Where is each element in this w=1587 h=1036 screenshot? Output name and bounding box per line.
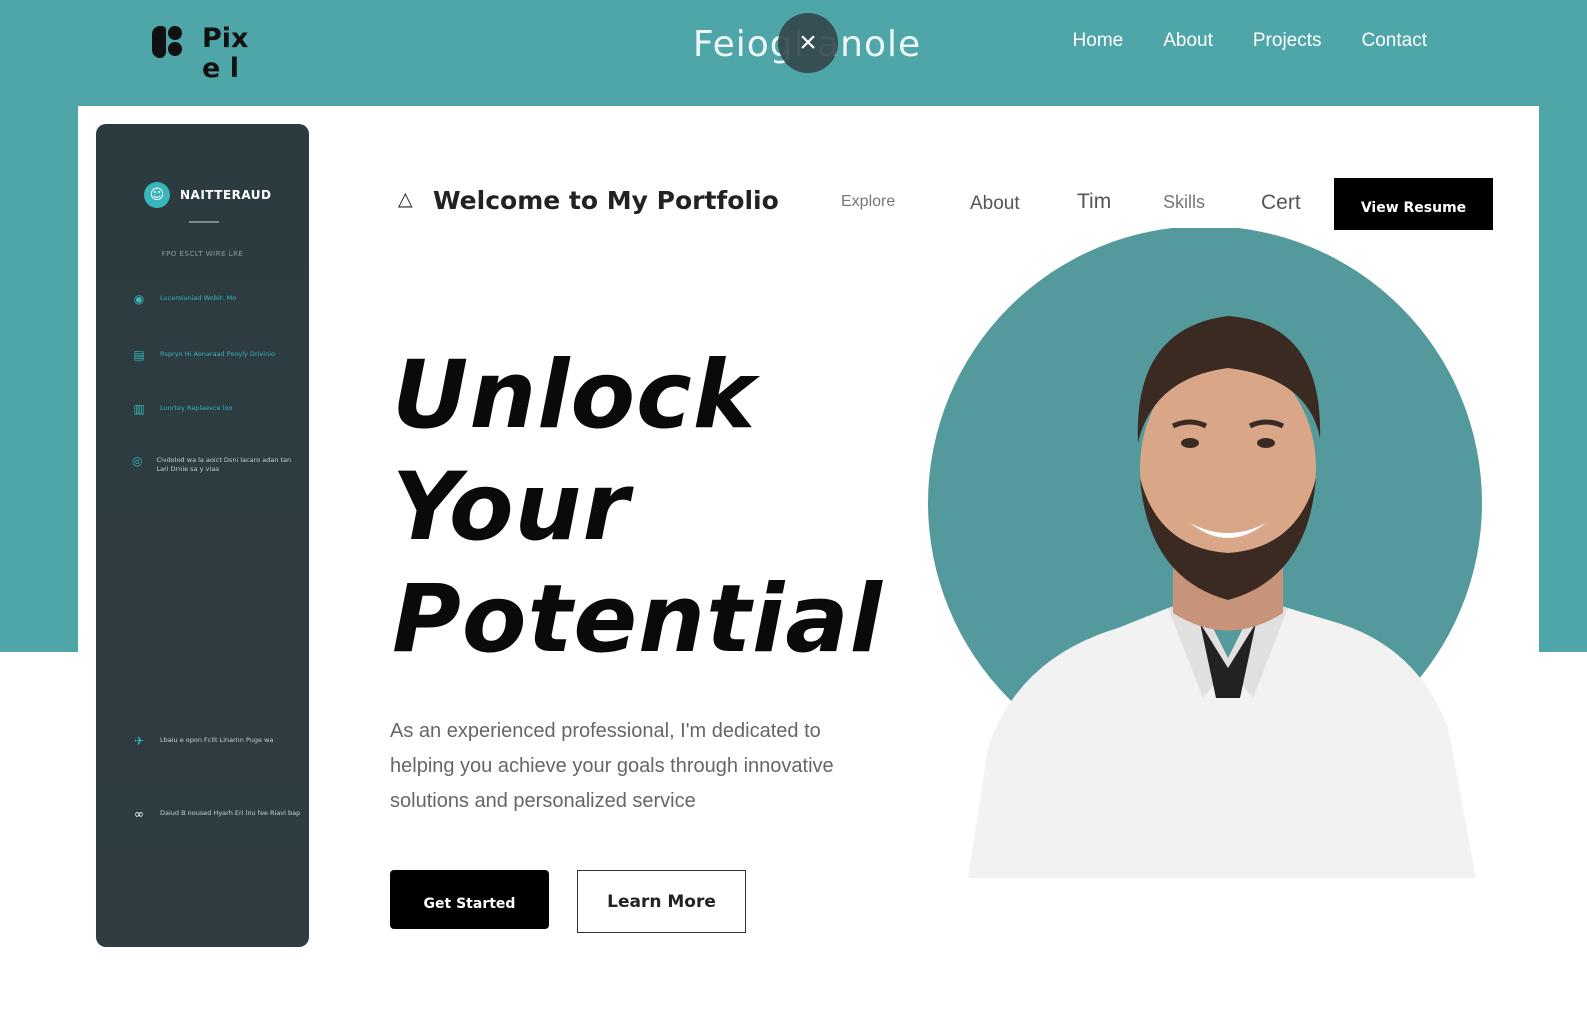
top-nav-about[interactable]: About xyxy=(1163,30,1213,52)
sidebar-item-label: Lunrtey Raplaevce loo xyxy=(160,404,233,412)
site-logo[interactable]: Pixe l xyxy=(150,24,266,84)
logo-text: Pixe l xyxy=(202,23,249,84)
hero-title-line-1: Unlock xyxy=(392,341,757,450)
sidebar-item-label: Lbaiu e opon Fclit Linarnn Puge wa xyxy=(160,736,274,744)
bird-icon: ✈ xyxy=(133,734,145,748)
sidebar-item-label: Daiud B noused Hyarh Eri lnu fee Riavi b… xyxy=(160,809,301,817)
hero-title-line-3: Potential xyxy=(392,565,883,674)
hero-title: Unlock Your Potential xyxy=(392,340,883,676)
nav-cert[interactable]: Cert xyxy=(1261,191,1301,215)
sidebar-item-1[interactable]: ◉ Luceroiuniad Wobit: Mo xyxy=(132,292,302,306)
view-resume-button[interactable]: View Resume xyxy=(1334,178,1493,230)
nav-about[interactable]: About xyxy=(970,193,1020,215)
sidebar-item-2[interactable]: ▤ Rspryn Hi Aonaraad Pooyly Drivinio xyxy=(132,348,302,362)
hero-title-line-2: Your xyxy=(392,453,630,562)
sidebar-item-5[interactable]: ✈ Lbaiu e opon Fclit Linarnn Puge wa xyxy=(132,734,302,748)
top-nav-contact[interactable]: Contact xyxy=(1362,30,1427,52)
hero-description: As an experienced professional, I'm dedi… xyxy=(390,720,834,812)
top-nav-home[interactable]: Home xyxy=(1073,30,1124,52)
nav-explore[interactable]: Explore xyxy=(841,193,895,211)
sidebar-brand-text: NAITTERAUD xyxy=(180,188,272,202)
sidebar: ☺ NAITTERAUD FPO ESCLT WIRE LRE ◉ Lucero… xyxy=(96,124,309,947)
chart-icon: ▤ xyxy=(133,348,145,362)
logo-mark-icon xyxy=(150,24,184,60)
profile-illustration xyxy=(928,228,1482,878)
sidebar-item-label: Luceroiuniad Wobit: Mo xyxy=(160,294,237,302)
link-icon: ∞ xyxy=(134,807,144,821)
sidebar-subtitle: FPO ESCLT WIRE LRE xyxy=(161,250,244,258)
nav-tim[interactable]: Tim xyxy=(1077,190,1111,214)
sidebar-divider xyxy=(189,221,219,223)
learn-more-button[interactable]: Learn More xyxy=(577,870,746,933)
document-icon: ▥ xyxy=(133,402,145,416)
profile-photo xyxy=(928,228,1488,878)
sidebar-item-label: Rspryn Hi Aonaraad Pooyly Drivinio xyxy=(160,350,275,358)
nav-skills[interactable]: Skills xyxy=(1163,192,1205,213)
sidebar-item-label: Civdolod wa la aoict Dsni lacaro adan ta… xyxy=(156,456,292,473)
sidebar-item-4[interactable]: ◎ Civdolod wa la aoict Dsni lacaro adan … xyxy=(132,454,302,474)
sidebar-brand[interactable]: ☺ NAITTERAUD xyxy=(144,182,272,208)
eye-icon: ◎ xyxy=(132,454,143,468)
sidebar-brand-icon: ☺ xyxy=(144,182,170,208)
triangle-logo-icon: △ xyxy=(398,188,413,210)
sidebar-item-6[interactable]: ∞ Daiud B noused Hyarh Eri lnu fee Riavi… xyxy=(132,807,302,821)
sidebar-item-3[interactable]: ▥ Lunrtey Raplaevce loo xyxy=(132,402,302,416)
top-nav: Home About Projects Contact xyxy=(1073,30,1427,52)
get-started-button[interactable]: Get Started xyxy=(390,870,549,929)
page-title: Welcome to My Portfolio xyxy=(433,186,779,215)
top-nav-projects[interactable]: Projects xyxy=(1253,30,1322,52)
globe-icon: ◉ xyxy=(133,292,145,306)
close-button[interactable]: × xyxy=(778,13,838,73)
